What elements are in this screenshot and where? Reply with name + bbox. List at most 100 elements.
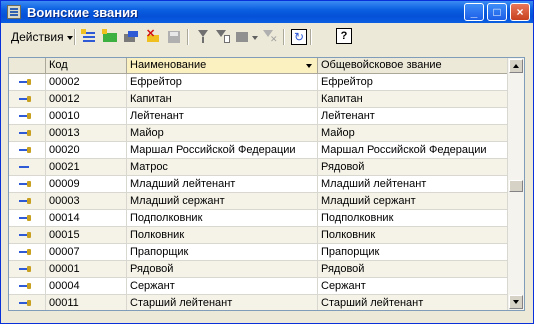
row-icon-cell: [9, 142, 46, 158]
catalog-item-icon: [19, 249, 31, 255]
general-rank-cell: Младший сержант: [318, 193, 508, 209]
close-button[interactable]: ×: [510, 3, 530, 21]
table-row[interactable]: 00011 Старший лейтенант Старший лейтенант: [9, 295, 508, 310]
refresh-icon[interactable]: ↻: [291, 29, 307, 45]
table-row[interactable]: 00014 Подполковник Подполковник: [9, 210, 508, 227]
catalog-item-icon: [19, 215, 31, 221]
window: Воинские звания _ □ × Действия ✕ ✕ ↻ ? К…: [0, 0, 534, 324]
general-rank-cell: Сержант: [318, 278, 508, 294]
toolbar-separator: [283, 29, 285, 45]
ranks-table[interactable]: Код Наименование Общевойсковое звание 00…: [8, 57, 525, 311]
catalog-item-icon: [19, 232, 31, 238]
name-cell: Младший сержант: [127, 193, 318, 209]
window-title: Воинские звания: [27, 5, 138, 20]
general-rank-cell: Старший лейтенант: [318, 295, 508, 310]
row-icon-cell: [9, 244, 46, 260]
table-header: Код Наименование Общевойсковое звание: [9, 58, 508, 74]
name-cell: Сержант: [127, 278, 318, 294]
catalog-item-icon: [19, 198, 31, 204]
header-code[interactable]: Код: [46, 58, 127, 73]
scroll-down-button[interactable]: [509, 295, 523, 309]
code-cell: 00003: [46, 193, 127, 209]
toolbar-separator: [74, 29, 76, 45]
scroll-thumb[interactable]: [509, 180, 523, 192]
add-item-icon[interactable]: [81, 29, 97, 45]
clear-filter-icon[interactable]: ✕: [262, 29, 278, 45]
name-cell: Прапорщик: [127, 244, 318, 260]
minimize-button[interactable]: _: [464, 3, 484, 21]
name-cell: Майор: [127, 125, 318, 141]
delete-mark-icon[interactable]: ✕: [145, 29, 161, 45]
vertical-scrollbar[interactable]: [507, 58, 524, 310]
name-cell: Подполковник: [127, 210, 318, 226]
row-icon-cell: [9, 159, 46, 175]
general-rank-cell: Лейтенант: [318, 108, 508, 124]
chevron-down-icon: [66, 35, 73, 40]
code-cell: 00011: [46, 295, 127, 310]
filter-value-icon[interactable]: [215, 29, 231, 45]
general-rank-cell: Рядовой: [318, 261, 508, 277]
table-row[interactable]: 00004 Сержант Сержант: [9, 278, 508, 295]
table-row[interactable]: 00015 Полковник Полковник: [9, 227, 508, 244]
table-row[interactable]: 00007 Прапорщик Прапорщик: [9, 244, 508, 261]
table-row[interactable]: 00012 Капитан Капитан: [9, 91, 508, 108]
general-rank-cell: Младший лейтенант: [318, 176, 508, 192]
table-row[interactable]: 00001 Рядовой Рядовой: [9, 261, 508, 278]
row-icon-cell: [9, 74, 46, 90]
save-icon[interactable]: [166, 29, 182, 45]
name-cell: Младший лейтенант: [127, 176, 318, 192]
general-rank-cell: Рядовой: [318, 159, 508, 175]
name-cell: Ефрейтор: [127, 74, 318, 90]
row-icon-cell: [9, 91, 46, 107]
copy-icon[interactable]: [123, 29, 139, 45]
code-cell: 00002: [46, 74, 127, 90]
toolbar-separator: [187, 29, 189, 45]
filter-icon[interactable]: [195, 29, 211, 45]
code-cell: 00020: [46, 142, 127, 158]
actions-menu[interactable]: Действия: [7, 28, 77, 46]
table-row[interactable]: 00009 Младший лейтенант Младший лейтенант: [9, 176, 508, 193]
help-icon[interactable]: ?: [336, 28, 352, 44]
catalog-item-icon: [19, 147, 31, 153]
general-rank-cell: Ефрейтор: [318, 74, 508, 90]
table-row[interactable]: 00010 Лейтенант Лейтенант: [9, 108, 508, 125]
name-cell: Капитан: [127, 91, 318, 107]
code-cell: 00007: [46, 244, 127, 260]
table-row[interactable]: 00013 Майор Майор: [9, 125, 508, 142]
general-rank-cell: Капитан: [318, 91, 508, 107]
general-rank-cell: Майор: [318, 125, 508, 141]
title-bar[interactable]: Воинские звания _ □ ×: [1, 1, 533, 23]
header-name-label: Наименование: [130, 59, 207, 71]
row-icon-cell: [9, 295, 46, 310]
catalog-item-icon: [19, 165, 31, 169]
filter-history-icon[interactable]: [235, 29, 259, 45]
catalog-item-icon: [19, 79, 31, 85]
catalog-item-icon: [19, 283, 31, 289]
catalog-item-icon: [19, 130, 31, 136]
catalog-item-icon: [19, 181, 31, 187]
maximize-button[interactable]: □: [487, 3, 507, 21]
catalog-item-icon: [19, 266, 31, 272]
table-row[interactable]: 00002 Ефрейтор Ефрейтор: [9, 74, 508, 91]
row-icon-cell: [9, 278, 46, 294]
table-row[interactable]: 00021 Матрос Рядовой: [9, 159, 508, 176]
row-icon-cell: [9, 176, 46, 192]
code-cell: 00010: [46, 108, 127, 124]
add-group-icon[interactable]: [102, 29, 118, 45]
name-cell: Лейтенант: [127, 108, 318, 124]
general-rank-cell: Подполковник: [318, 210, 508, 226]
name-cell: Матрос: [127, 159, 318, 175]
header-name[interactable]: Наименование: [127, 58, 318, 73]
general-rank-cell: Полковник: [318, 227, 508, 243]
table-row[interactable]: 00020 Маршал Российской Федерации Маршал Р…: [9, 142, 508, 159]
code-cell: 00014: [46, 210, 127, 226]
scroll-up-button[interactable]: [509, 59, 523, 73]
catalog-item-icon: [19, 113, 31, 119]
code-cell: 00009: [46, 176, 127, 192]
sort-arrow-icon: [306, 64, 312, 68]
code-cell: 00001: [46, 261, 127, 277]
name-cell: Маршал Российской Федерации: [127, 142, 318, 158]
header-general-rank[interactable]: Общевойсковое звание: [318, 58, 508, 73]
table-row[interactable]: 00003 Младший сержант Младший сержант: [9, 193, 508, 210]
name-cell: Полковник: [127, 227, 318, 243]
